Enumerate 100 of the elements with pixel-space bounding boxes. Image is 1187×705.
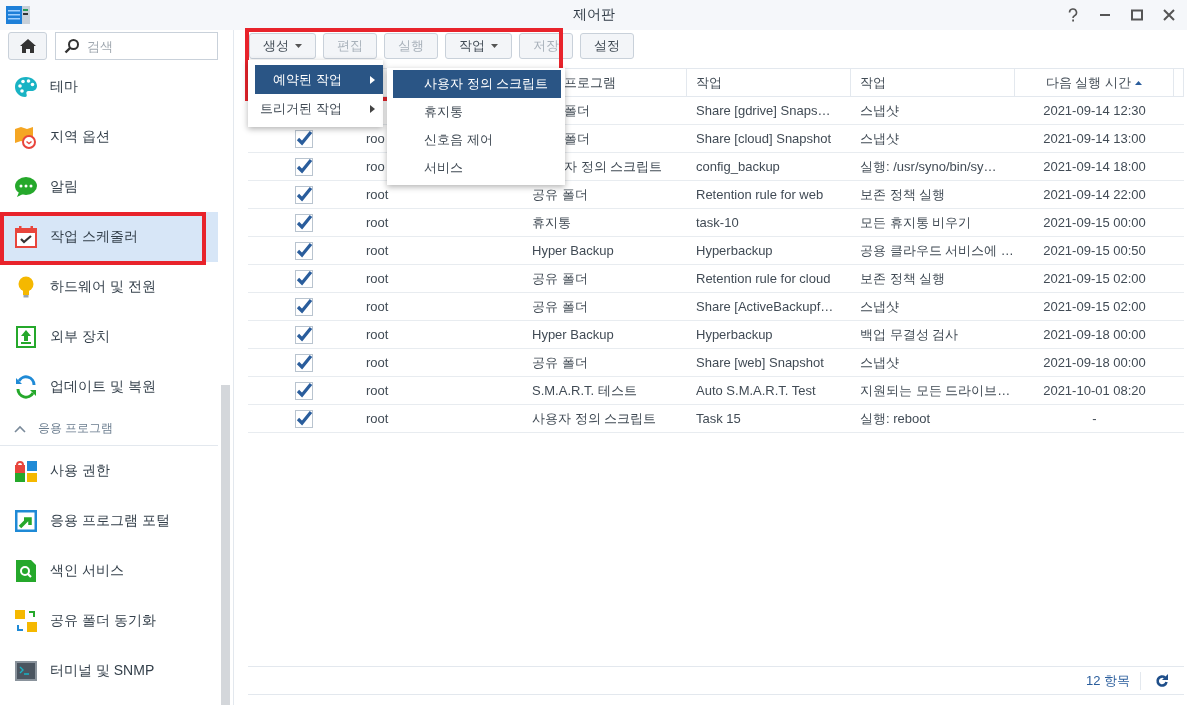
table-cell: 스냅샷 (860, 129, 899, 148)
menu-item[interactable]: 서비스 (393, 154, 561, 182)
table-cell: root (366, 299, 389, 314)
app-icon (6, 5, 30, 25)
menu-item[interactable]: 휴지통 (393, 98, 561, 126)
menu-item[interactable]: 신호음 제어 (393, 126, 561, 154)
section-header[interactable]: 응용 프로그램 (0, 412, 218, 446)
table-cell: 2021-09-18 00:00 (1043, 327, 1146, 342)
sidebar-item[interactable]: 알림 (0, 162, 218, 212)
checkbox[interactable] (294, 381, 313, 400)
sidebar-item[interactable]: 색인 서비스 (0, 546, 218, 596)
table-cell: Share [ActiveBackupf… (696, 299, 834, 314)
toolbar-button[interactable]: 작업 (445, 33, 512, 59)
sidebar-item[interactable]: 공유 폴더 동기화 (0, 596, 218, 646)
map-clock-icon (14, 125, 38, 149)
table-cell: 2021-09-15 02:00 (1043, 299, 1146, 314)
sidebar-item[interactable]: 테마 (0, 62, 218, 112)
table-cell: Retention rule for cloud (696, 271, 831, 286)
sidebar-item[interactable]: 응용 프로그램 포털 (0, 496, 218, 546)
table-cell: roo (366, 131, 385, 146)
checkbox[interactable] (294, 129, 313, 148)
checkbox[interactable] (294, 213, 313, 232)
table-cell: 2021-09-18 00:00 (1043, 355, 1146, 370)
table-cell: 공유 폴더 (532, 269, 588, 288)
table-cell: config_backup (696, 159, 780, 174)
caret-right-icon (370, 104, 375, 113)
table-cell: 공유 폴더 (532, 185, 588, 204)
table-cell: 2021-09-15 00:50 (1043, 243, 1146, 258)
column-header[interactable]: 다음 실행 시간 (1045, 73, 1132, 92)
toolbar-button[interactable]: 생성 (249, 33, 316, 59)
palette-icon (14, 75, 38, 99)
folder-sync-icon (14, 609, 38, 633)
table-cell: root (366, 383, 389, 398)
refresh-icon[interactable] (1155, 673, 1169, 688)
table-cell: 폴더 (564, 129, 590, 148)
table-cell: roo (366, 159, 385, 174)
search-field[interactable]: 검색 (55, 32, 218, 60)
checkbox[interactable] (294, 241, 313, 260)
checkbox[interactable] (294, 353, 313, 372)
sidebar-item[interactable]: 작업 스케줄러 (0, 212, 218, 262)
menu-item[interactable]: 예약된 작업 (255, 65, 383, 94)
table-cell: 보존 정책 실행 (860, 185, 946, 204)
table-cell: S.M.A.R.T. 테스트 (532, 381, 637, 400)
column-header[interactable]: 프로그램 (564, 73, 616, 92)
scrollbar-thumb[interactable] (221, 385, 230, 705)
table-cell: 공유 폴더 (532, 353, 588, 372)
table-cell: 폴더 (564, 101, 590, 120)
table-cell: root (366, 271, 389, 286)
checkbox[interactable] (294, 185, 313, 204)
table-cell: 스냅샷 (860, 297, 899, 316)
table-cell: Share [gdrive] Snaps… (696, 103, 831, 118)
table-cell: 2021-09-14 12:30 (1043, 103, 1146, 118)
menu-item[interactable]: 트리거된 작업 (255, 94, 383, 123)
sidebar-item[interactable]: 지역 옵션 (0, 112, 218, 162)
checkbox[interactable] (294, 409, 313, 428)
table-cell: task-10 (696, 215, 739, 230)
sidebar-item[interactable]: 하드웨어 및 전원 (0, 262, 218, 312)
checkbox[interactable] (294, 157, 313, 176)
table-cell: root (366, 327, 389, 342)
sidebar-item[interactable]: 사용 권한 (0, 446, 218, 496)
table-cell: 스냅샷 (860, 101, 899, 120)
checkbox[interactable] (294, 325, 313, 344)
help-icon[interactable] (1067, 8, 1079, 22)
table-cell: 2021-10-01 08:20 (1043, 383, 1146, 398)
checkbox[interactable] (294, 297, 313, 316)
home-button[interactable] (8, 32, 47, 60)
table-cell: 모든 휴지통 비우기 (860, 213, 972, 232)
table-cell: 2021-09-14 13:00 (1043, 131, 1146, 146)
sync-arrows-icon (14, 375, 38, 399)
sidebar-item[interactable]: 외부 장치 (0, 312, 218, 362)
checkbox[interactable] (294, 269, 313, 288)
column-header[interactable]: 작업 (860, 73, 886, 92)
table-cell: 2021-09-15 00:00 (1043, 215, 1146, 230)
window-title: 제어판 (572, 6, 615, 24)
table-cell: root (366, 215, 389, 230)
column-header[interactable]: 작업 (696, 73, 722, 92)
close-icon[interactable] (1163, 8, 1175, 22)
table-cell: 보존 정책 실행 (860, 269, 946, 288)
home-icon (18, 38, 37, 54)
table-cell: Task 15 (696, 411, 741, 426)
sidebar-item[interactable]: 업데이트 및 복원 (0, 362, 218, 412)
colored-blocks-icon (14, 459, 38, 483)
arrow-square-icon (14, 509, 38, 533)
menu-item[interactable]: 사용자 정의 스크립트 (393, 70, 561, 98)
toolbar-button[interactable]: 설정 (580, 33, 634, 59)
table-cell: Hyperbackup (696, 243, 773, 258)
chevron-up-icon (14, 424, 26, 433)
table-cell: Retention rule for web (696, 187, 824, 202)
table-cell: 자 정의 스크립트 (564, 157, 663, 176)
search-document-icon (14, 559, 38, 583)
table-cell: 사용자 정의 스크립트 (532, 409, 657, 428)
maximize-icon[interactable] (1131, 8, 1143, 22)
table-cell: Hyperbackup (696, 327, 773, 342)
table-cell: 2021-09-15 02:00 (1043, 271, 1146, 286)
caret-right-icon (370, 75, 375, 84)
table-cell: - (1092, 411, 1097, 426)
item-count: 12 항목 (1085, 671, 1130, 690)
table-cell: 2021-09-14 22:00 (1043, 187, 1146, 202)
upload-icon (14, 325, 38, 349)
sidebar-item[interactable]: 터미널 및 SNMP (0, 646, 218, 696)
